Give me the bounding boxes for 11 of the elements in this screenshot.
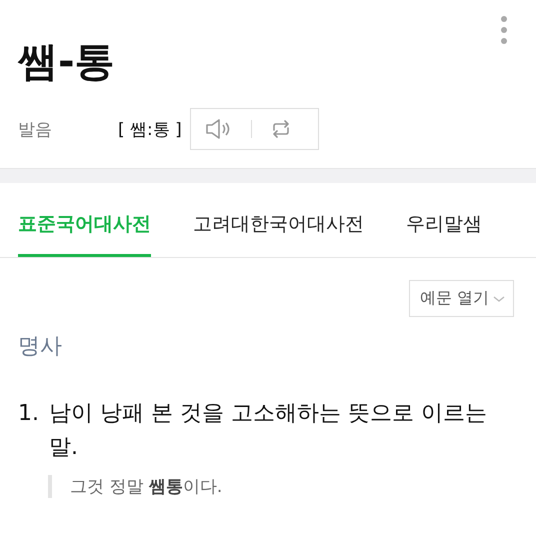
chevron-down-icon <box>493 294 505 302</box>
definition-text: 남이 낭패 본 것을 고소해하는 뜻으로 이르는 말. <box>49 400 488 462</box>
example-sentence: 그것 정말 쌤통이다. <box>48 475 514 498</box>
dictionary-tab[interactable]: 고려대한국어대사전 <box>193 203 364 257</box>
headword: 쌤-통 <box>18 38 115 87</box>
example-toggle-button[interactable]: 예문 열기 <box>408 280 514 317</box>
pronunciation-label: 발음 <box>18 118 53 140</box>
part-of-speech: 명사 <box>18 333 63 361</box>
dictionary-tab[interactable]: 우리말샘 <box>406 203 482 257</box>
definition-number: 1. <box>18 400 39 428</box>
pronunciation-text: [ 쌤:통 ] <box>118 118 182 140</box>
